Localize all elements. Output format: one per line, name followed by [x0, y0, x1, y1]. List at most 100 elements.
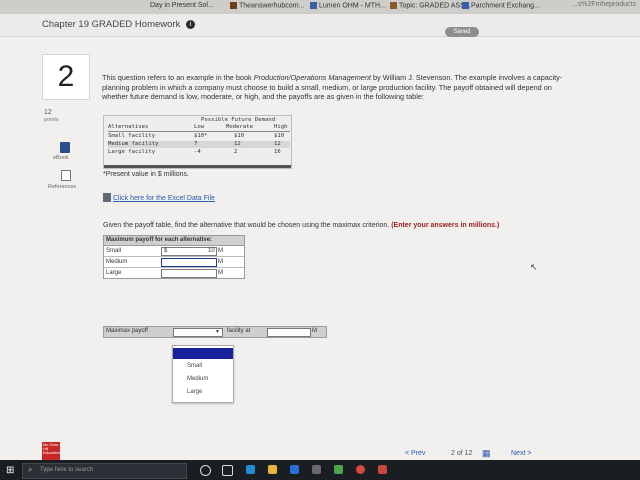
- mail-icon[interactable]: [290, 465, 299, 474]
- table-cell: -4: [194, 149, 201, 155]
- windows-start-icon[interactable]: ⊞: [6, 465, 14, 476]
- dropdown-option-blank[interactable]: [173, 348, 233, 359]
- question-number-box: 2: [42, 54, 90, 100]
- chapter-title: Chapter 19 GRADED Homework i: [42, 19, 195, 30]
- table-cell: 12: [234, 141, 241, 147]
- maximax-label: Maximax payoff: [106, 328, 148, 334]
- large-payoff-input[interactable]: [161, 269, 217, 278]
- payoff-table-column-headers: Alternatives Low Moderate High: [108, 124, 290, 132]
- table-row: Large facility -4 2 16: [108, 149, 290, 156]
- next-button[interactable]: Next >: [511, 450, 531, 457]
- column-header: Alternatives: [108, 124, 149, 130]
- excel-data-link[interactable]: Click here for the Excel Data File: [113, 195, 215, 202]
- table-cell: Small facility: [108, 133, 156, 139]
- dropdown-option-medium[interactable]: Medium: [173, 374, 233, 385]
- tab-favicon-icon: [230, 2, 237, 9]
- url-fragment[interactable]: ...s%2Fmheproducts: [572, 1, 636, 8]
- table-cell: $10: [234, 133, 245, 139]
- row-label: Small: [106, 248, 122, 254]
- table-cell: 2: [234, 149, 238, 155]
- table-cell: 12: [274, 141, 281, 147]
- references-link[interactable]: References: [48, 184, 76, 190]
- file-explorer-icon[interactable]: [268, 465, 277, 474]
- browser-tab[interactable]: Topic: GRADED ASS...: [390, 2, 471, 9]
- answer-row-medium: Medium M: [104, 257, 244, 268]
- table-row: Medium facility 7 12 12: [108, 141, 290, 148]
- saved-status-button: Saved: [445, 27, 479, 37]
- unit-label: M: [218, 259, 223, 265]
- table-row: Small facility $10* $10 $10: [108, 133, 290, 140]
- payoff-table: Possible Future Demand Alternatives Low …: [103, 115, 292, 169]
- question-grid-icon[interactable]: ▦: [482, 448, 491, 459]
- column-header: Moderate: [226, 124, 253, 130]
- facility-select[interactable]: ▼: [173, 328, 223, 337]
- excel-file-icon[interactable]: [103, 193, 111, 202]
- search-placeholder: Type here to search: [40, 467, 94, 473]
- instruction-text: Given the payoff table, find the alterna…: [103, 222, 499, 229]
- search-icon: ⌕: [28, 465, 33, 474]
- chapter-title-text: Chapter 19 GRADED Homework: [42, 19, 181, 30]
- currency-symbol: $: [164, 248, 168, 254]
- row-label: Large: [106, 270, 122, 276]
- taskbar-search-box[interactable]: ⌕ Type here to search: [22, 463, 187, 479]
- browser-tab[interactable]: Theanswerhubcom...: [230, 2, 304, 9]
- page-counter: 2 of 12: [451, 450, 473, 457]
- payoff-footnote: *Present value in $ millions.: [103, 171, 189, 178]
- maximax-amount-input[interactable]: [267, 328, 311, 337]
- cortana-icon[interactable]: [200, 465, 211, 476]
- question-number: 2: [57, 60, 75, 93]
- question-text: This question refers to an example in th…: [102, 73, 572, 102]
- instruction-emphasis: (Enter your answers in millions.): [391, 222, 500, 229]
- table-cell: 7: [194, 141, 198, 147]
- store-icon[interactable]: [312, 465, 321, 474]
- app-icon[interactable]: [378, 465, 387, 474]
- table-cell: $10*: [194, 133, 208, 139]
- table-cell: 16: [274, 149, 281, 155]
- browser-tab[interactable]: Parchment Exchang...: [462, 2, 540, 9]
- chrome-icon[interactable]: [356, 465, 365, 474]
- browser-tab[interactable]: Day in Present Sol...: [150, 2, 214, 9]
- dropdown-option-large[interactable]: Large: [173, 387, 233, 398]
- answer-row-large: Large M: [104, 268, 244, 278]
- answer-table: Maximum payoff for each alternative: Sma…: [103, 235, 245, 279]
- facility-dropdown-list: Small Medium Large: [172, 345, 234, 403]
- ebook-icon[interactable]: [60, 142, 70, 153]
- medium-payoff-input[interactable]: [161, 258, 217, 267]
- unit-label: M: [218, 270, 223, 276]
- table-cell: Medium facility: [108, 141, 159, 147]
- tab-favicon-icon: [462, 2, 469, 9]
- task-view-icon[interactable]: [222, 465, 233, 476]
- facility-at-label: facility at: [227, 328, 251, 334]
- unit-label: M: [218, 248, 223, 254]
- row-label: Medium: [106, 259, 128, 265]
- dropdown-option-small[interactable]: Small: [173, 361, 233, 372]
- app-icon[interactable]: [334, 465, 343, 474]
- browser-tab[interactable]: Lumen OHM - MTH...: [310, 2, 386, 9]
- chevron-down-icon[interactable]: ▼: [215, 329, 220, 335]
- info-icon[interactable]: i: [185, 19, 195, 29]
- payoff-table-header: Possible Future Demand: [201, 117, 276, 123]
- column-header: High: [274, 124, 288, 130]
- tab-favicon-icon: [310, 2, 317, 9]
- instruction-main: Given the payoff table, find the alterna…: [103, 222, 392, 229]
- maximax-row: Maximax payoff ▼ facility at M: [103, 326, 327, 338]
- ebook-link[interactable]: eBook: [53, 155, 69, 161]
- table-bottom-rule: [104, 165, 291, 168]
- answer-row-small: Small $ 10 M: [104, 246, 244, 257]
- browser-tab-strip: Day in Present Sol... Theanswerhubcom...…: [0, 0, 640, 14]
- unit-label: M: [312, 328, 317, 334]
- points-value: 12: [44, 109, 52, 116]
- references-icon[interactable]: [61, 170, 71, 181]
- mcgraw-hill-logo: Mc Graw Hill Education: [42, 442, 60, 460]
- edge-icon[interactable]: [246, 465, 255, 474]
- table-cell: $10: [274, 133, 285, 139]
- small-payoff-value[interactable]: 10: [208, 246, 215, 256]
- column-header: Low: [194, 124, 205, 130]
- header-bar: Chapter 19 GRADED Homework i: [0, 14, 640, 37]
- prev-button[interactable]: < Prev: [405, 450, 425, 457]
- points-label: points: [44, 117, 59, 123]
- mouse-cursor-icon: ↖: [530, 262, 538, 272]
- question-text-intro: This question refers to an example in th…: [102, 73, 254, 82]
- table-cell: Large facility: [108, 149, 156, 155]
- answer-table-header: Maximum payoff for each alternative:: [104, 236, 244, 246]
